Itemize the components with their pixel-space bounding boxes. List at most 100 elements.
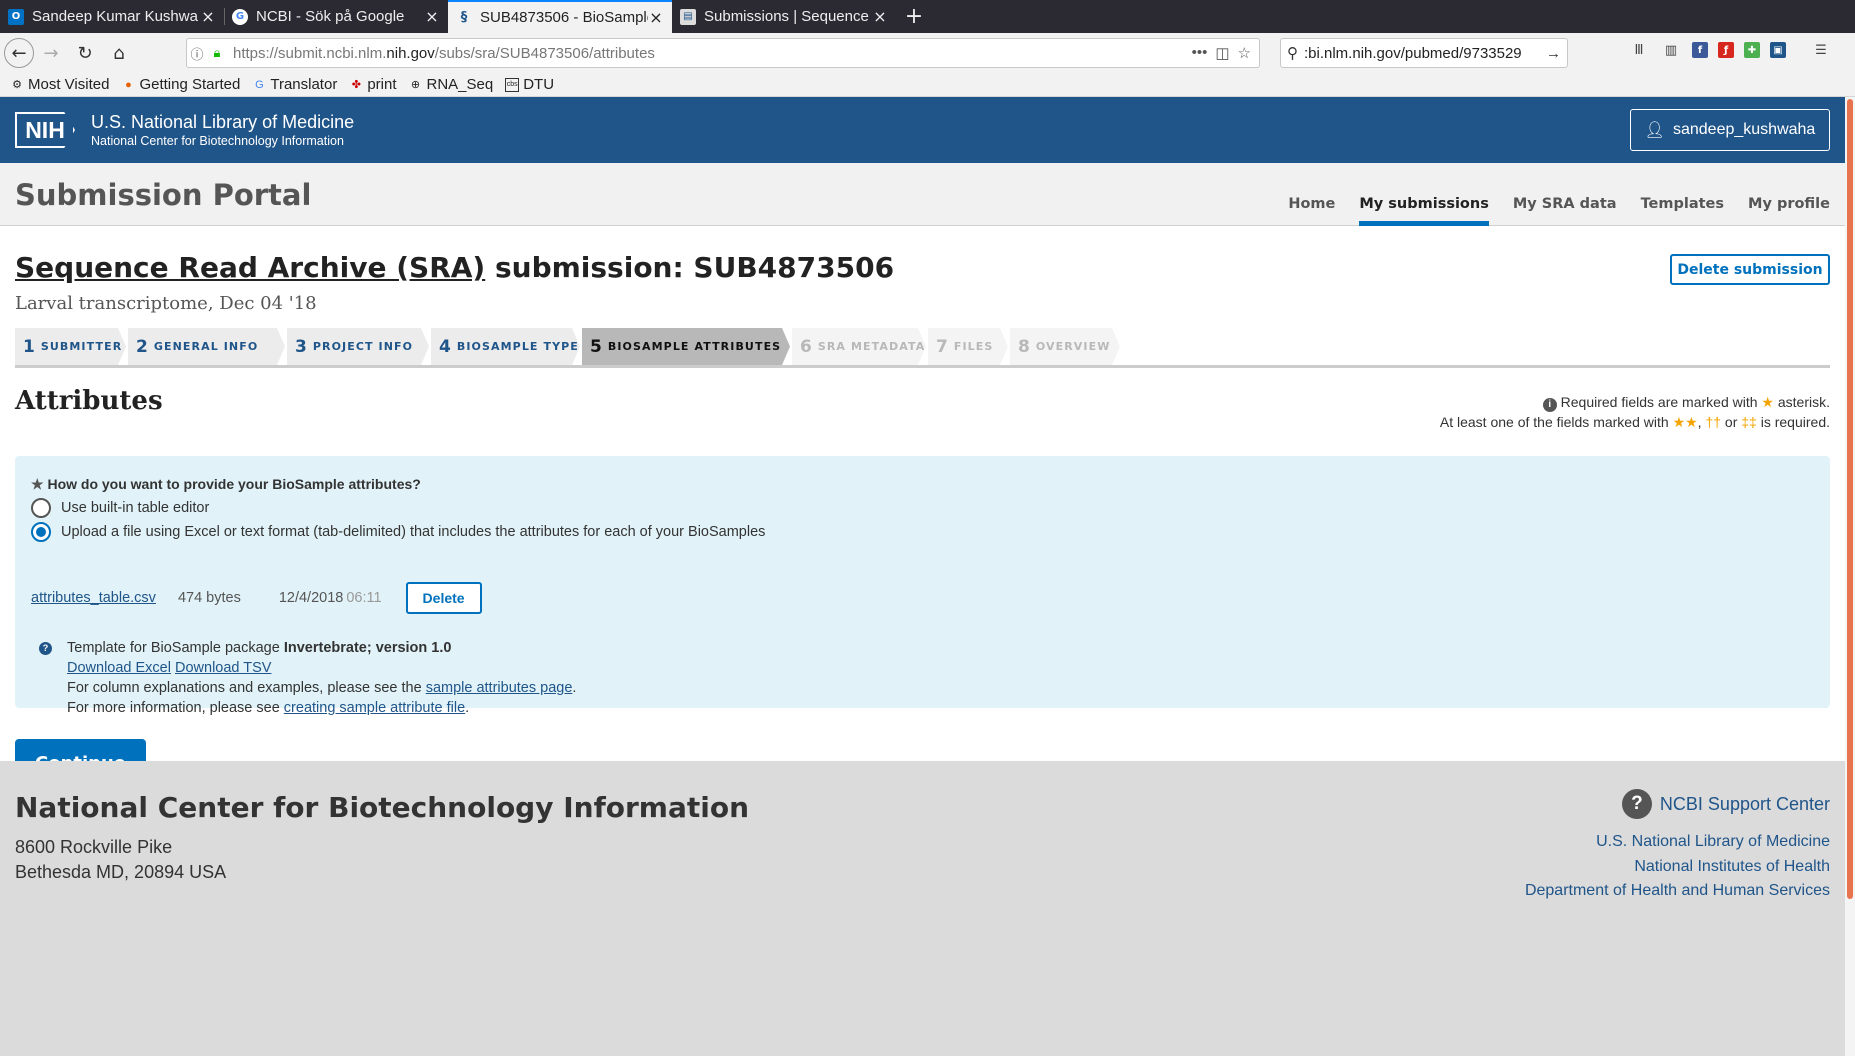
footer-link-nlm[interactable]: U.S. National Library of Medicine xyxy=(1525,830,1830,855)
footer-links: U.S. National Library of Medicine Nation… xyxy=(1525,830,1830,904)
tab-google[interactable]: G NCBI - Sök på Google × xyxy=(224,0,448,33)
download-excel-link[interactable]: Download Excel xyxy=(67,660,171,676)
step-label: SUBMITTER xyxy=(40,340,123,353)
footer-link-hhs[interactable]: Department of Health and Human Services xyxy=(1525,879,1830,904)
bookmark-getting-started[interactable]: ● Getting Started xyxy=(121,76,240,93)
url-text[interactable]: https://submit.ncbi.nlm.nih.gov/subs/sra… xyxy=(233,45,1192,62)
home-button[interactable]: ⌂ xyxy=(102,36,136,70)
bookmark-star-icon[interactable]: ☆ xyxy=(1238,44,1251,62)
bookmark-dtu[interactable]: cbs DTU xyxy=(505,76,554,93)
step-biosample-attributes[interactable]: 5 BIOSAMPLE ATTRIBUTES xyxy=(582,328,790,365)
bookmark-print[interactable]: ✤ print xyxy=(349,76,397,93)
portal-nav: Home My submissions My SRA data Template… xyxy=(1288,163,1830,226)
template-text: Template for BioSample package xyxy=(67,640,284,656)
scrollbar-thumb[interactable] xyxy=(1847,99,1853,899)
search-bar[interactable]: ⚲ :bi.nlm.nih.gov/pubmed/9733529 → xyxy=(1280,38,1568,68)
nav-templates[interactable]: Templates xyxy=(1641,196,1724,226)
back-button[interactable]: ← xyxy=(4,38,34,68)
file-name-link[interactable]: attributes_table.csv xyxy=(31,590,156,606)
download-tsv-link[interactable]: Download TSV xyxy=(175,660,271,676)
star-icon: ★ xyxy=(1761,394,1774,410)
step-files: 7 FILES xyxy=(928,328,1008,365)
bookmark-translator[interactable]: G Translator xyxy=(252,76,337,93)
step-general-info[interactable]: 2 GENERAL INFO xyxy=(128,328,285,365)
step-label: GENERAL INFO xyxy=(153,340,259,353)
nav-home[interactable]: Home xyxy=(1288,196,1335,226)
radio-button-selected[interactable] xyxy=(31,522,51,542)
delete-file-button[interactable]: Delete xyxy=(405,582,482,614)
template-text: . xyxy=(465,700,470,716)
step-number: 8 xyxy=(1018,336,1030,357)
arrow-left-icon: ← xyxy=(11,42,27,64)
bookmark-label: DTU xyxy=(523,76,555,93)
ncbi-icon: § xyxy=(460,10,468,25)
bookmark-rna-seq[interactable]: ⊕ RNA_Seq xyxy=(409,76,493,93)
tab-outlook[interactable]: O Sandeep Kumar Kushwa × xyxy=(0,0,224,33)
search-input[interactable]: :bi.nlm.nih.gov/pubmed/9733529 xyxy=(1304,45,1546,62)
nih-logo[interactable]: NIH U.S. National Library of Medicine Na… xyxy=(15,112,354,148)
print-icon: ✤ xyxy=(351,79,361,91)
screenshot-icon[interactable]: ▣ xyxy=(1770,42,1786,58)
tab-label: Submissions | Sequence xyxy=(704,8,869,25)
tab-biosample[interactable]: § SUB4873506 - BioSample × xyxy=(448,0,672,33)
template-text: For column explanations and examples, pl… xyxy=(67,680,426,696)
url-bar[interactable]: ⓘ 🔒︎ https://submit.ncbi.nlm.nih.gov/sub… xyxy=(186,38,1260,68)
url-path: /subs/sra/SUB4873506/attributes xyxy=(434,44,655,62)
close-icon[interactable]: × xyxy=(424,7,440,26)
firefox-icon: ● xyxy=(125,78,132,91)
bookmarks-bar: ⚙ Most Visited ● Getting Started G Translat… xyxy=(0,73,1855,97)
page-actions-icon[interactable]: ••• xyxy=(1192,44,1208,62)
url-prefix: https://submit.ncbi.nlm. xyxy=(233,44,387,62)
option-table-editor[interactable]: Use built-in table editor xyxy=(31,498,209,518)
nav-my-profile[interactable]: My profile xyxy=(1748,196,1830,226)
new-tab-button[interactable]: + xyxy=(896,0,932,33)
arrow-right-icon: → xyxy=(43,42,59,64)
question-text: How do you want to provide your BioSampl… xyxy=(47,476,421,492)
help-icon: ? xyxy=(39,642,52,655)
extension-icon[interactable]: ✚ xyxy=(1744,42,1760,58)
step-biosample-type[interactable]: 4 BIOSAMPLE TYPE xyxy=(431,328,580,365)
req-text: is required. xyxy=(1760,414,1830,430)
info-icon[interactable]: ⓘ xyxy=(187,44,207,63)
site-footer: National Center for Biotechnology Inform… xyxy=(0,761,1845,1056)
pdf-icon[interactable]: ƒ xyxy=(1718,42,1734,58)
footer-link-nih[interactable]: National Institutes of Health xyxy=(1525,855,1830,880)
address-line: Bethesda MD, 20894 USA xyxy=(15,862,227,882)
pocket-icon[interactable]: ◫ xyxy=(1215,44,1229,62)
creating-attribute-file-link[interactable]: creating sample attribute file xyxy=(284,700,465,716)
bookmark-most-visited[interactable]: ⚙ Most Visited xyxy=(10,76,109,93)
option-label: Use built-in table editor xyxy=(61,500,210,516)
page-scrollbar[interactable] xyxy=(1845,97,1855,1056)
go-arrow-icon[interactable]: → xyxy=(1546,45,1561,62)
sample-attributes-link[interactable]: sample attributes page xyxy=(426,680,573,696)
user-account-button[interactable]: 👤︎ sandeep_kushwaha xyxy=(1630,109,1830,151)
option-label: Upload a file using Excel or text format… xyxy=(61,524,766,540)
help-icon: ? xyxy=(1621,789,1652,819)
sra-link[interactable]: Sequence Read Archive (SRA) xyxy=(15,251,485,284)
radio-button[interactable] xyxy=(31,498,51,518)
facebook-icon[interactable]: f xyxy=(1692,42,1708,58)
menu-icon[interactable]: ☰ xyxy=(1810,39,1832,61)
globe-icon: ⊕ xyxy=(410,79,421,91)
sidebar-icon[interactable]: ▥ xyxy=(1660,39,1682,61)
forward-button[interactable]: → xyxy=(34,36,68,70)
req-text: or xyxy=(1724,414,1738,430)
reload-button[interactable]: ↻ xyxy=(68,36,102,70)
close-icon[interactable]: × xyxy=(872,7,888,26)
step-submitter[interactable]: 1 SUBMITTER xyxy=(15,328,126,365)
library-icon[interactable]: Ⅲ xyxy=(1628,39,1650,61)
close-icon[interactable]: × xyxy=(648,8,664,27)
support-label: NCBI Support Center xyxy=(1659,793,1830,814)
option-upload-file[interactable]: Upload a file using Excel or text format… xyxy=(31,522,765,542)
support-center-link[interactable]: ? NCBI Support Center xyxy=(1621,789,1830,819)
tab-submissions[interactable]: ▤ Submissions | Sequence × xyxy=(672,0,896,33)
delete-submission-button[interactable]: Delete submission xyxy=(1670,254,1830,285)
step-number: 6 xyxy=(800,336,812,357)
step-project-info[interactable]: 3 PROJECT INFO xyxy=(287,328,429,365)
nav-my-sra-data[interactable]: My SRA data xyxy=(1513,196,1617,226)
portal-bar: Submission Portal Home My submissions My… xyxy=(0,163,1845,226)
template-package: Invertebrate; version 1.0 xyxy=(283,640,452,656)
nav-my-submissions[interactable]: My submissions xyxy=(1359,196,1489,226)
close-icon[interactable]: × xyxy=(200,7,216,26)
toolbar-icons: Ⅲ ▥ f ƒ ✚ ▣ ☰ xyxy=(1628,39,1832,61)
